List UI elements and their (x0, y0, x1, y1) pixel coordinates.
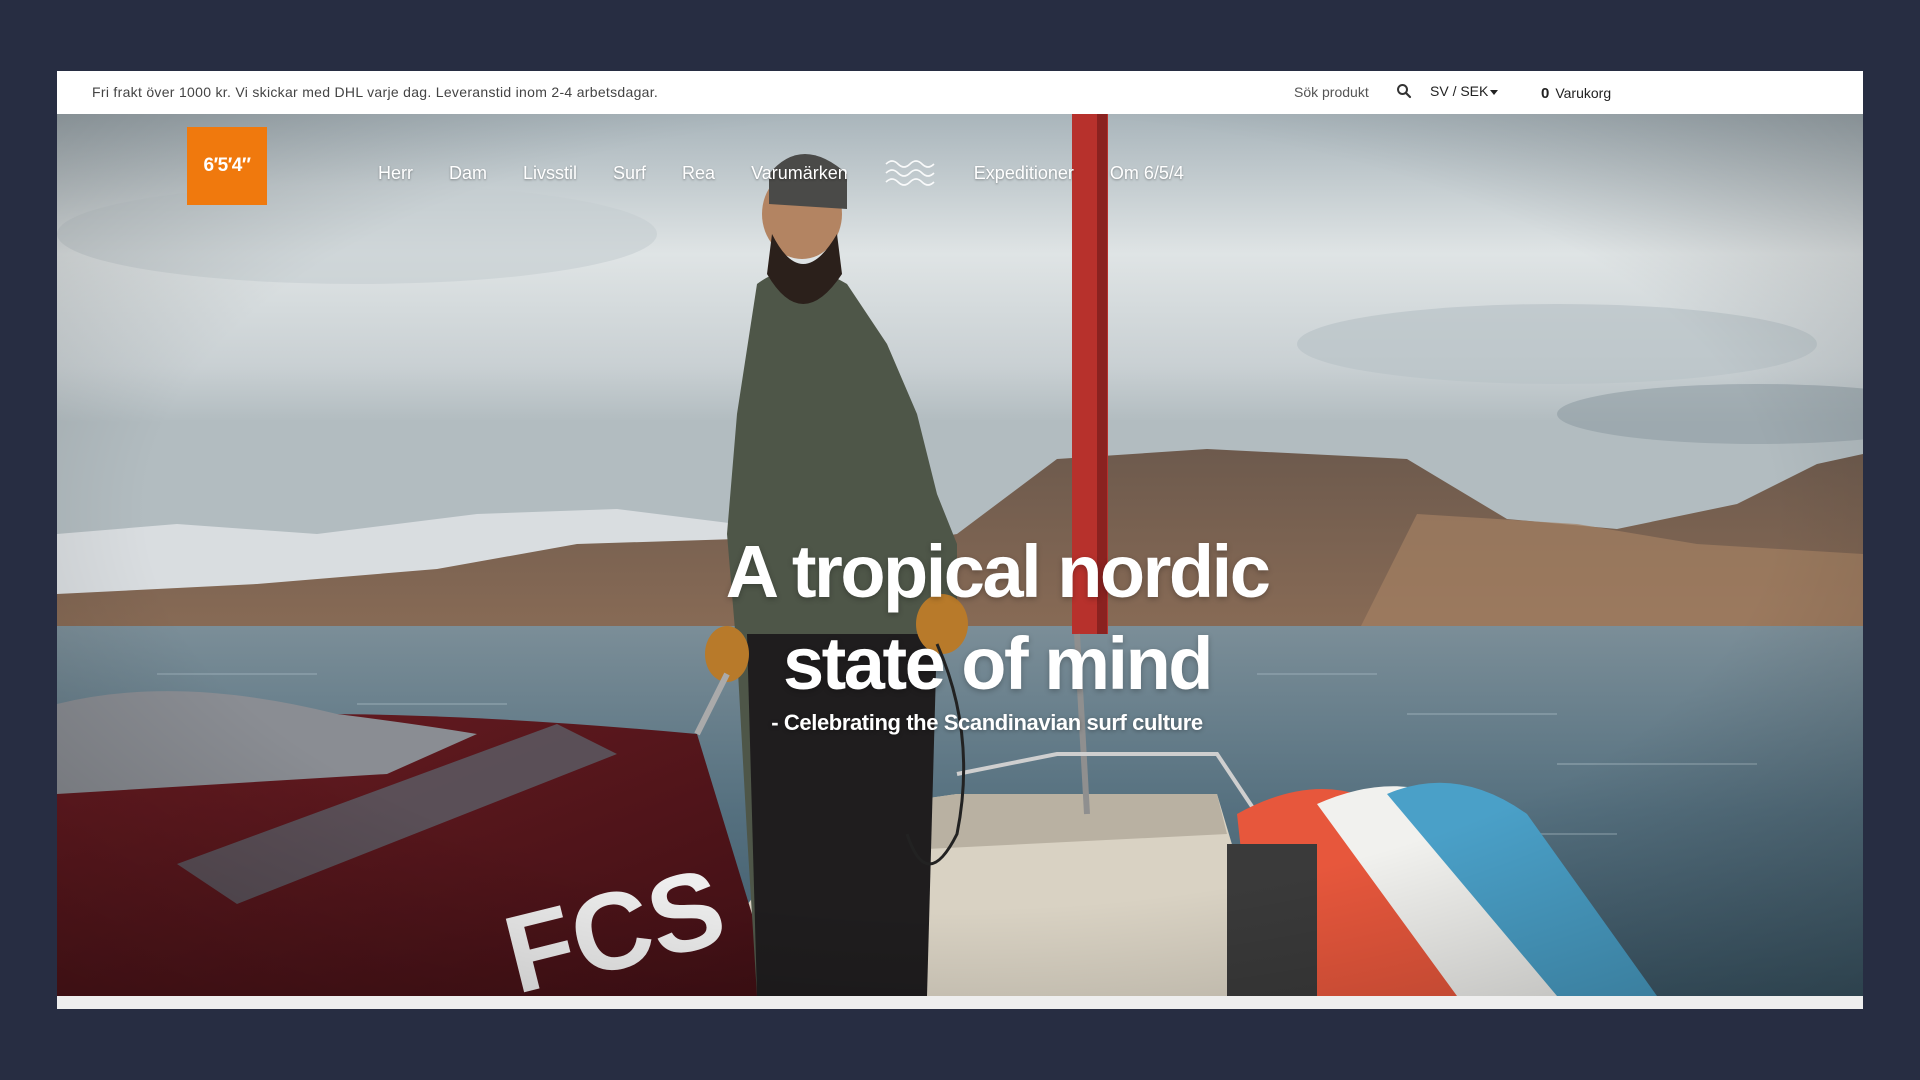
cart-label: Varukorg (1555, 85, 1612, 101)
language-currency-selector[interactable]: SV / SEK (1430, 83, 1499, 99)
browser-page: Fri frakt över 1000 kr. Vi skickar med D… (57, 71, 1863, 1009)
nav-item-herr[interactable]: Herr (378, 163, 413, 184)
shipping-notice: Fri frakt över 1000 kr. Vi skickar med D… (92, 84, 659, 100)
waves-icon[interactable] (884, 156, 938, 190)
nav-item-om-654[interactable]: Om 6/5/4 (1110, 163, 1184, 184)
hero-tagline: - Celebrating the Scandinavian surf cult… (771, 710, 1203, 735)
caret-down-icon (1490, 89, 1499, 95)
main-navigation: Herr Dam Livsstil Surf Rea Varumärken Ex… (378, 158, 1220, 188)
language-currency-label: SV / SEK (1430, 83, 1489, 99)
nav-item-expeditioner[interactable]: Expeditioner (974, 163, 1074, 184)
nav-item-surf[interactable]: Surf (613, 163, 646, 184)
nav-item-livsstil[interactable]: Livsstil (523, 163, 577, 184)
nav-item-dam[interactable]: Dam (449, 163, 487, 184)
search-icon[interactable] (1396, 83, 1412, 99)
hero-headline-line-2: state of mind (783, 622, 1213, 705)
search-product-link[interactable]: Sök produkt (1294, 84, 1369, 100)
top-bar: Fri frakt över 1000 kr. Vi skickar med D… (57, 71, 1863, 114)
brand-logo[interactable]: 6′5′4″ (187, 127, 267, 205)
hero-banner: FCS 6′5′4″ Herr Dam Livsstil Surf Rea Va… (57, 114, 1863, 996)
cart-link[interactable]: 0 Varukorg (1541, 85, 1611, 102)
page-bottom-strip (57, 996, 1863, 1009)
hero-headline: A tropical nordic state of mind (597, 526, 1397, 710)
cart-count: 0 (1541, 85, 1550, 102)
hero-headline-line-1: A tropical nordic (725, 530, 1271, 613)
nav-item-rea[interactable]: Rea (682, 163, 715, 184)
nav-item-varumarken[interactable]: Varumärken (751, 163, 848, 184)
